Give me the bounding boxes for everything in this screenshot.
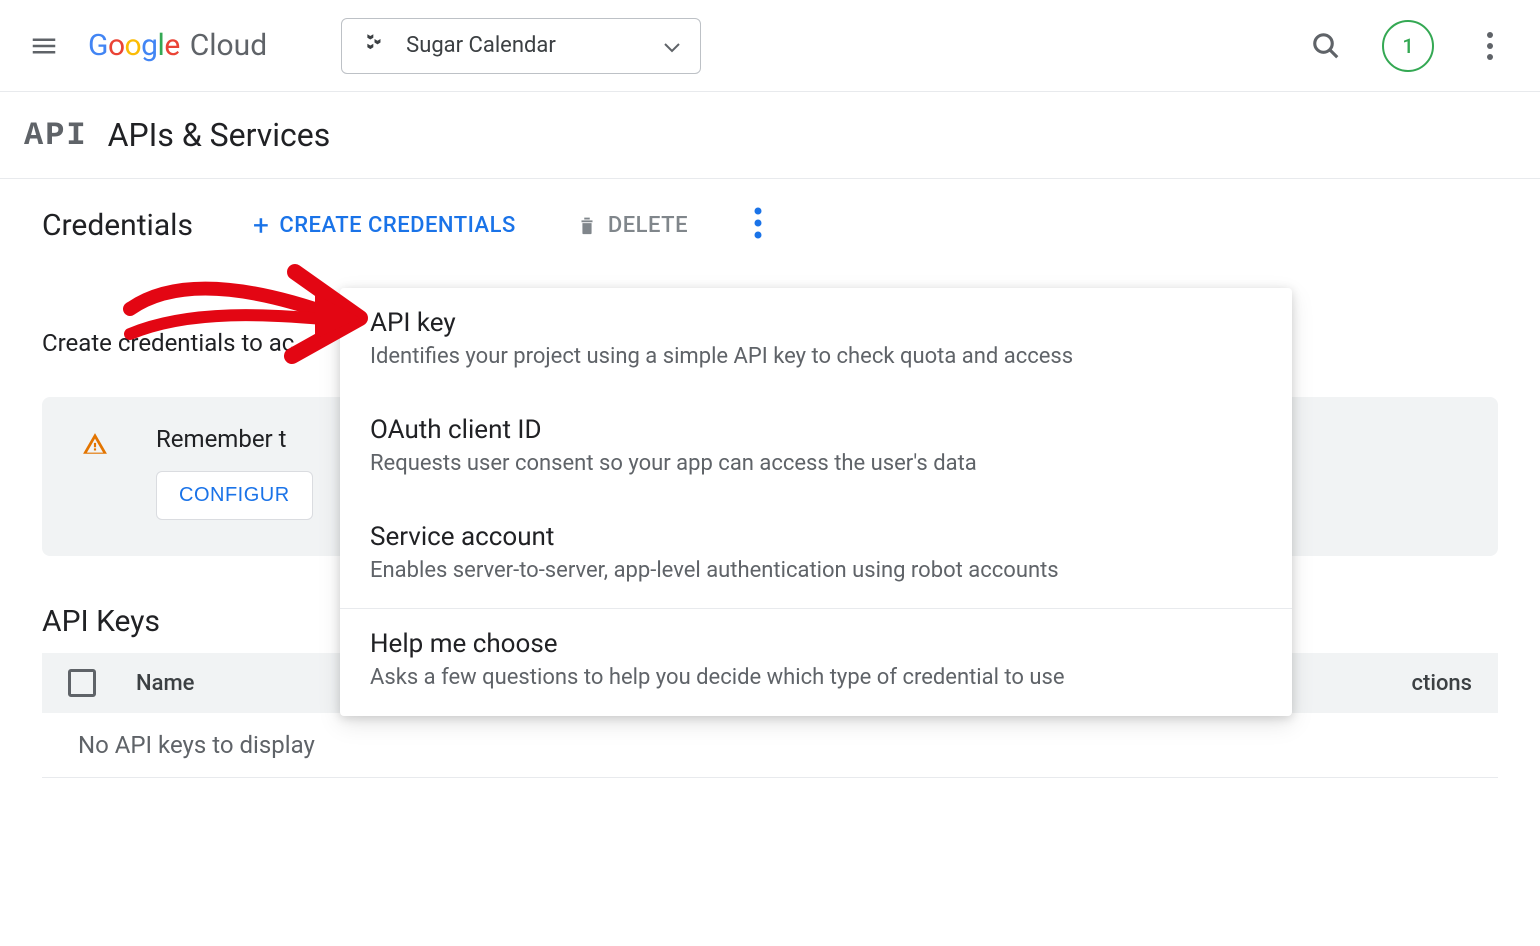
free-trial-badge[interactable]: 1 <box>1382 20 1434 72</box>
header-right: 1 <box>1304 20 1520 72</box>
page-title: Credentials <box>42 208 193 243</box>
plus-icon: + <box>253 209 269 242</box>
google-cloud-logo[interactable]: Google Cloud <box>88 28 267 63</box>
dropdown-item-desc: Requests user consent so your app can ac… <box>370 449 1262 480</box>
dropdown-item-desc: Identifies your project using a simple A… <box>370 342 1262 373</box>
configure-consent-button[interactable]: CONFIGUR <box>156 471 313 520</box>
caret-down-icon <box>664 34 680 58</box>
section-title: APIs & Services <box>108 116 331 154</box>
dropdown-item-service-account[interactable]: Service account Enables server-to-server… <box>340 502 1292 609</box>
create-credentials-label: CREATE CREDENTIALS <box>279 213 516 238</box>
logo-google-text: Google <box>88 28 180 63</box>
search-icon[interactable] <box>1304 24 1348 68</box>
dropdown-item-title: API key <box>370 308 1262 338</box>
dropdown-item-api-key[interactable]: API key Identifies your project using a … <box>340 288 1292 395</box>
dropdown-item-title: Help me choose <box>370 629 1262 659</box>
action-bar: Credentials + CREATE CREDENTIALS DELETE <box>0 179 1540 271</box>
api-icon: API <box>24 117 88 154</box>
warning-icon <box>82 431 108 464</box>
create-credentials-dropdown: API key Identifies your project using a … <box>340 288 1292 716</box>
column-name: Name <box>136 671 194 696</box>
dropdown-item-title: Service account <box>370 522 1262 552</box>
dropdown-item-help-choose[interactable]: Help me choose Asks a few questions to h… <box>340 608 1292 716</box>
logo-cloud-text: Cloud <box>190 28 267 63</box>
more-actions-icon[interactable] <box>748 201 768 249</box>
select-all-checkbox[interactable] <box>68 669 96 697</box>
project-selector[interactable]: Sugar Calendar <box>341 18 701 74</box>
more-icon[interactable] <box>1468 24 1512 68</box>
section-header: API APIs & Services <box>0 92 1540 179</box>
column-actions: ctions <box>1412 671 1472 696</box>
api-keys-empty: No API keys to display <box>42 713 1498 778</box>
trial-badge-count: 1 <box>1402 34 1413 58</box>
delete-label: DELETE <box>608 213 688 238</box>
alert-content: Remember t CONFIGUR <box>156 425 313 520</box>
trash-icon <box>576 214 598 236</box>
project-name: Sugar Calendar <box>406 33 646 58</box>
project-hex-icon <box>362 33 388 59</box>
menu-icon[interactable] <box>20 22 68 70</box>
alert-text: Remember t <box>156 425 313 453</box>
delete-button[interactable]: DELETE <box>576 213 688 238</box>
dropdown-item-desc: Enables server-to-server, app-level auth… <box>370 556 1262 587</box>
dropdown-item-desc: Asks a few questions to help you decide … <box>370 663 1262 694</box>
dropdown-item-title: OAuth client ID <box>370 415 1262 445</box>
configure-consent-label: CONFIGUR <box>179 484 290 506</box>
dropdown-item-oauth[interactable]: OAuth client ID Requests user consent so… <box>340 395 1292 502</box>
create-credentials-button[interactable]: + CREATE CREDENTIALS <box>253 209 516 242</box>
top-header: Google Cloud Sugar Calendar 1 <box>0 0 1540 92</box>
